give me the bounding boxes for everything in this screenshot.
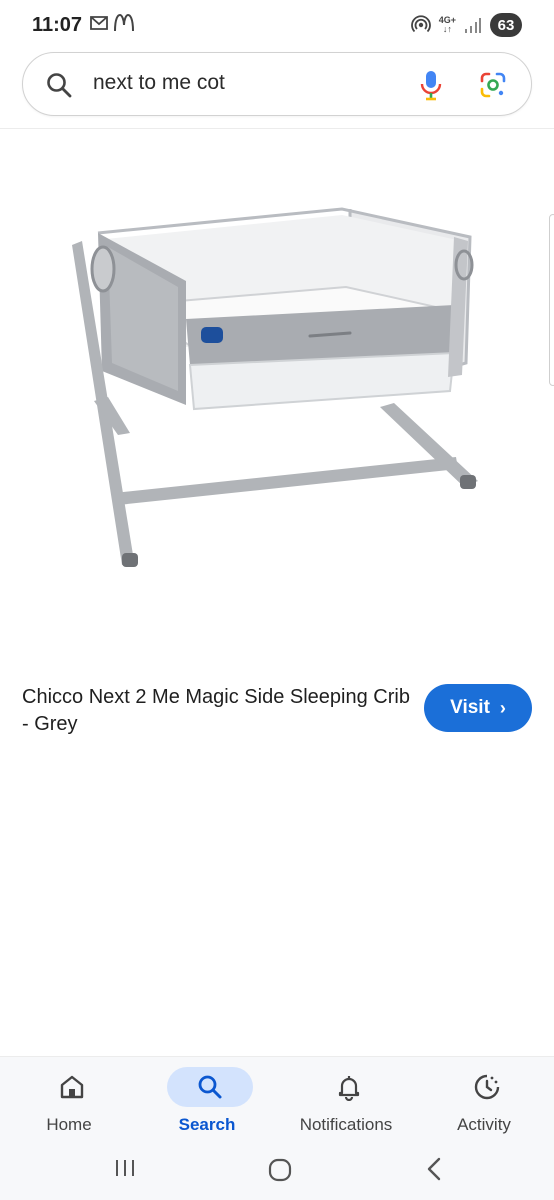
nav-label-home: Home	[46, 1115, 92, 1134]
status-bar: 11:07 4G+ ↓↑ 63	[0, 0, 554, 52]
visit-label: Visit	[450, 697, 490, 718]
search-input[interactable]: next to me cot	[93, 71, 225, 95]
battery-indicator: 63	[490, 13, 522, 37]
search-icon[interactable]	[45, 71, 73, 99]
recent-apps-icon[interactable]	[114, 1158, 136, 1178]
nav-item-search[interactable]: Search	[138, 1057, 276, 1145]
nav-item-home[interactable]: Home	[0, 1057, 138, 1145]
signal-icon	[465, 18, 481, 33]
hotspot-icon	[410, 15, 431, 33]
chevron-right-icon: ›	[499, 697, 506, 718]
home-icon	[60, 1075, 84, 1099]
microphone-icon[interactable]	[417, 69, 445, 101]
bottom-navigation: Home Search Notifications Activity	[0, 1056, 554, 1144]
product-title[interactable]: Chicco Next 2 Me Magic Side Sleeping Cri…	[22, 684, 414, 738]
gmail-icon	[90, 16, 108, 30]
bell-icon	[338, 1076, 360, 1101]
side-panel-handle[interactable]	[549, 214, 554, 386]
mcdonalds-icon	[114, 14, 134, 32]
baby-crib-product-image[interactable]	[50, 195, 500, 585]
nav-label-notifications: Notifications	[299, 1115, 393, 1134]
nav-item-notifications[interactable]: Notifications	[277, 1057, 415, 1145]
back-icon[interactable]	[424, 1156, 444, 1182]
nav-label-activity: Activity	[457, 1115, 511, 1134]
google-lens-icon[interactable]	[479, 71, 507, 99]
search-bar[interactable]: next to me cot	[22, 52, 532, 116]
header-divider	[0, 128, 554, 129]
network-type: 4G+ ↓↑	[439, 16, 456, 34]
visit-button[interactable]: Visit ›	[424, 684, 532, 732]
activity-icon	[474, 1074, 500, 1100]
status-time: 11:07	[32, 14, 83, 36]
search-icon	[198, 1075, 222, 1099]
status-indicators: 4G+ ↓↑ 63	[410, 13, 522, 37]
nav-item-activity[interactable]: Activity	[415, 1057, 553, 1145]
home-button-icon[interactable]	[268, 1158, 292, 1182]
system-navigation	[0, 1144, 554, 1200]
network-arrows: ↓↑	[442, 24, 452, 34]
nav-label-search: Search	[178, 1115, 236, 1134]
notification-icons	[89, 14, 135, 32]
